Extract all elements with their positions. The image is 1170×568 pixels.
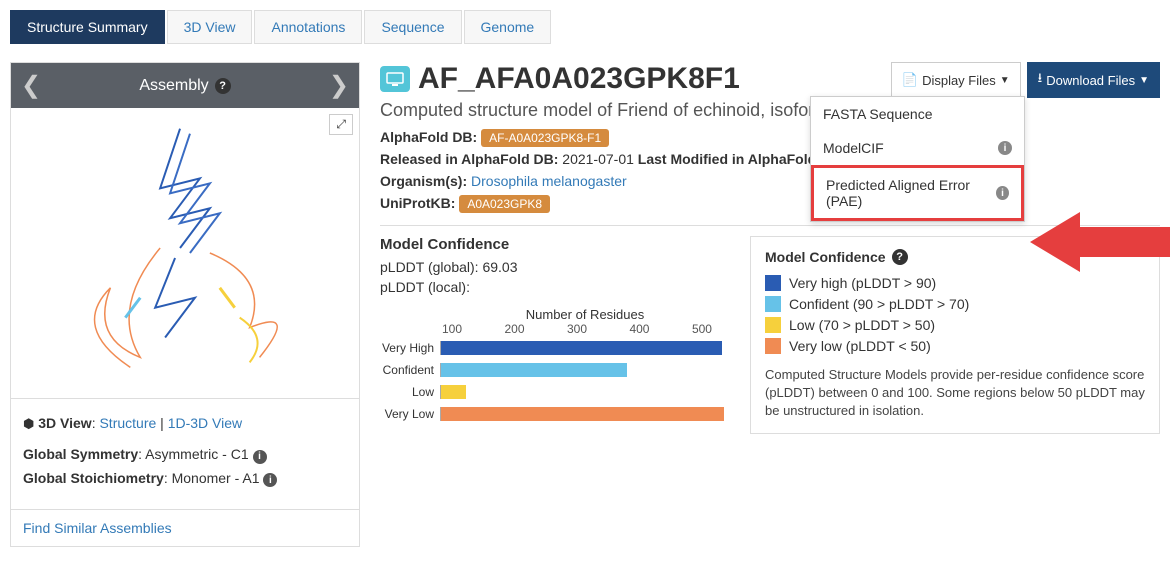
- global-symmetry-value: : Asymmetric - C1: [138, 446, 252, 462]
- tab-annotations[interactable]: Annotations: [254, 10, 362, 44]
- assembly-title: Assembly: [139, 77, 208, 95]
- released-value: 2021-07-01: [558, 151, 637, 167]
- file-icon: 📄: [902, 72, 918, 88]
- info-icon[interactable]: i: [998, 141, 1012, 155]
- entry-id: AF_AFA0A023GPK8F1: [418, 62, 740, 96]
- dropdown-item-modelcif[interactable]: ModelCIF i: [811, 131, 1024, 165]
- plddt-local-label: pLDDT (local):: [380, 279, 470, 295]
- uniprot-chip[interactable]: A0A023GPK8: [459, 195, 550, 213]
- global-symmetry-label: Global Symmetry: [23, 446, 138, 462]
- legend-label: Confident (90 > pLDDT > 70): [789, 296, 969, 312]
- chart-row: Low: [380, 382, 730, 402]
- cube-icon: [23, 415, 34, 431]
- assembly-header: ❮ Assembly ? ❯: [11, 63, 359, 108]
- display-files-button[interactable]: 📄 Display Files ▼: [891, 62, 1021, 98]
- chart-row: Very Low: [380, 404, 730, 424]
- chart-bar: [441, 407, 724, 421]
- legend-swatch: [765, 317, 781, 333]
- legend-note: Computed Structure Models provide per-re…: [765, 366, 1145, 421]
- monitor-icon: [380, 66, 410, 92]
- legend-item: Very high (pLDDT > 90): [765, 275, 1145, 291]
- prev-assembly-arrow[interactable]: ❮: [21, 71, 41, 100]
- next-assembly-arrow[interactable]: ❯: [329, 71, 349, 100]
- plddt-global-value: 69.03: [479, 259, 518, 275]
- chart-title: Number of Residues: [440, 307, 730, 322]
- global-stoich-value: : Monomer - A1: [164, 470, 264, 486]
- info-icon[interactable]: i: [263, 473, 277, 487]
- entry-title: AF_AFA0A023GPK8F1: [380, 62, 846, 96]
- find-similar-link[interactable]: Find Similar Assemblies: [11, 510, 359, 546]
- structure-viewer[interactable]: ⤢: [11, 108, 359, 398]
- dropdown-item-pae[interactable]: Predicted Aligned Error (PAE) i: [811, 165, 1024, 221]
- chart-category-label: Very High: [380, 341, 440, 355]
- chart-category-label: Low: [380, 385, 440, 399]
- legend-label: Very high (pLDDT > 90): [789, 275, 936, 291]
- help-icon[interactable]: ?: [892, 249, 908, 265]
- entry-subtitle: Computed structure model of Friend of ec…: [380, 100, 846, 121]
- tab-sequence[interactable]: Sequence: [364, 10, 461, 44]
- 1d3d-view-link[interactable]: 1D-3D View: [168, 415, 242, 431]
- legend-swatch: [765, 338, 781, 354]
- alphafold-db-label: AlphaFold DB:: [380, 129, 477, 145]
- main-content: AF_AFA0A023GPK8F1 Computed structure mod…: [380, 62, 1160, 547]
- chart-category-label: Confident: [380, 363, 440, 377]
- alphafold-db-chip[interactable]: AF-A0A023GPK8-F1: [481, 129, 609, 147]
- help-icon[interactable]: ?: [215, 78, 231, 94]
- download-icon: ⭳: [1038, 69, 1043, 91]
- legend-item: Confident (90 > pLDDT > 70): [765, 296, 1145, 312]
- legend-title: Model Confidence: [765, 249, 886, 265]
- uniprot-label: UniProtKB:: [380, 195, 455, 211]
- chart-bar: [441, 385, 466, 399]
- plddt-bar-chart: Number of Residues 100 200 300 400 500 V…: [380, 307, 730, 424]
- legend-swatch: [765, 275, 781, 291]
- structure-link[interactable]: Structure: [99, 415, 156, 431]
- info-icon[interactable]: i: [996, 186, 1009, 200]
- plddt-global-label: pLDDT (global):: [380, 259, 479, 275]
- organism-label: Organism(s):: [380, 173, 467, 189]
- legend-item: Low (70 > pLDDT > 50): [765, 317, 1145, 333]
- model-confidence-heading: Model Confidence: [380, 236, 730, 253]
- dropdown-item-fasta[interactable]: FASTA Sequence: [811, 97, 1024, 131]
- global-stoich-label: Global Stoichiometry: [23, 470, 164, 486]
- chart-row: Confident: [380, 360, 730, 380]
- legend-item: Very low (pLDDT < 50): [765, 338, 1145, 354]
- chart-x-axis: 100 200 300 400 500: [442, 322, 712, 338]
- tab-genome[interactable]: Genome: [464, 10, 552, 44]
- tab-bar: Structure Summary 3D View Annotations Se…: [10, 10, 1160, 44]
- download-files-button[interactable]: ⭳ Download Files ▼: [1027, 62, 1160, 98]
- view3d-label: 3D View: [38, 415, 91, 431]
- info-icon[interactable]: i: [253, 450, 267, 464]
- tab-3d-view[interactable]: 3D View: [167, 10, 253, 44]
- chart-category-label: Very Low: [380, 407, 440, 421]
- caret-down-icon: ▼: [1000, 75, 1010, 86]
- display-files-dropdown: FASTA Sequence ModelCIF i Predicted Alig…: [810, 96, 1025, 222]
- chart-bar: [441, 341, 722, 355]
- legend-label: Very low (pLDDT < 50): [789, 338, 931, 354]
- caret-down-icon: ▼: [1139, 75, 1149, 86]
- protein-ribbon: [11, 108, 359, 398]
- assembly-panel: ❮ Assembly ? ❯ ⤢: [10, 62, 360, 547]
- legend-swatch: [765, 296, 781, 312]
- chart-row: Very High: [380, 338, 730, 358]
- expand-icon[interactable]: ⤢: [329, 114, 353, 135]
- released-label: Released in AlphaFold DB:: [380, 151, 558, 167]
- legend-label: Low (70 > pLDDT > 50): [789, 317, 935, 333]
- chart-bar: [441, 363, 627, 377]
- confidence-legend-panel: Model Confidence ? Very high (pLDDT > 90…: [750, 236, 1160, 434]
- organism-link[interactable]: Drosophila melanogaster: [471, 173, 627, 189]
- tab-structure-summary[interactable]: Structure Summary: [10, 10, 165, 44]
